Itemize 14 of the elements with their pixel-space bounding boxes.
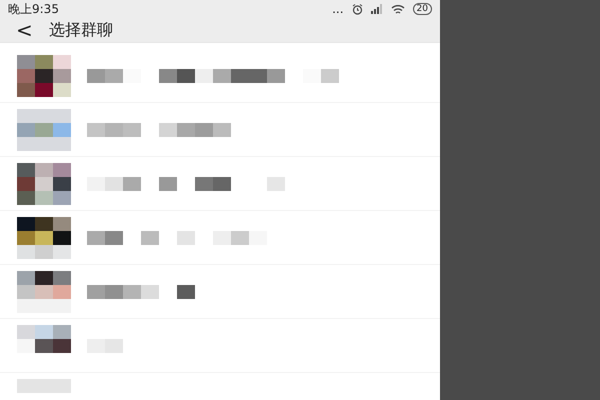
page-title: 选择群聊 <box>48 19 113 41</box>
pixelated-avatar <box>17 216 71 258</box>
more-dots: ... <box>332 1 344 18</box>
pixelated-name <box>87 338 123 352</box>
signal-icon <box>370 4 383 14</box>
battery-icon: 20 <box>412 3 432 15</box>
wifi-icon <box>390 4 405 14</box>
pixelated-avatar <box>17 54 71 96</box>
alarm-icon <box>352 4 363 14</box>
pixelated-avatar <box>17 270 71 312</box>
pixelated-avatar <box>17 162 71 204</box>
status-time: 晚上9:35 <box>8 1 59 18</box>
back-button[interactable]: < <box>16 20 33 40</box>
pixelated-avatar <box>17 108 71 150</box>
